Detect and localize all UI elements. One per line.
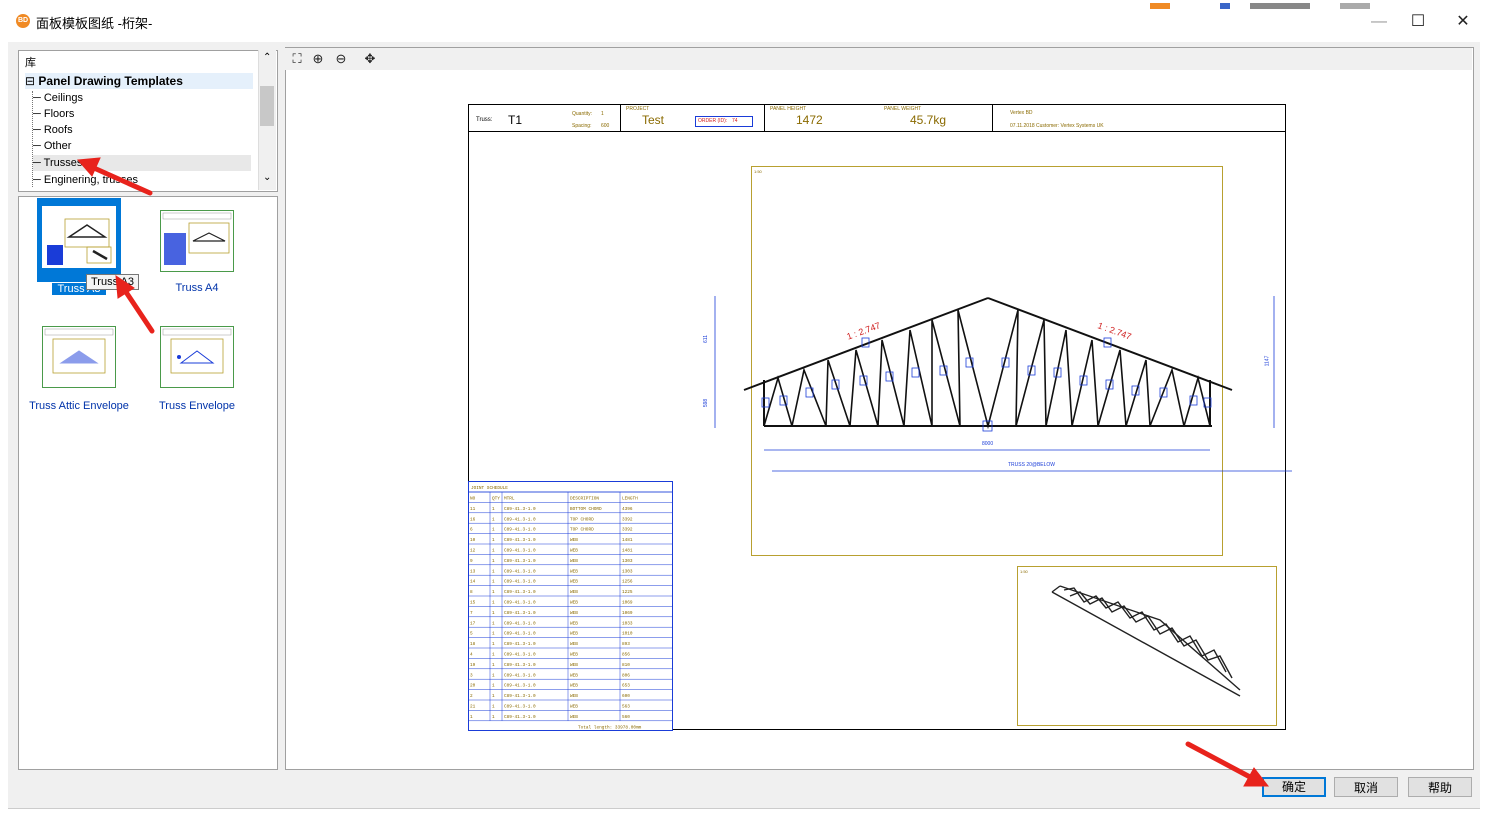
arrow-to-trusses (91, 165, 153, 196)
arrow-to-ok (1185, 741, 1253, 780)
arrow-to-template (123, 289, 155, 334)
annotation-arrows (76, 157, 1270, 787)
